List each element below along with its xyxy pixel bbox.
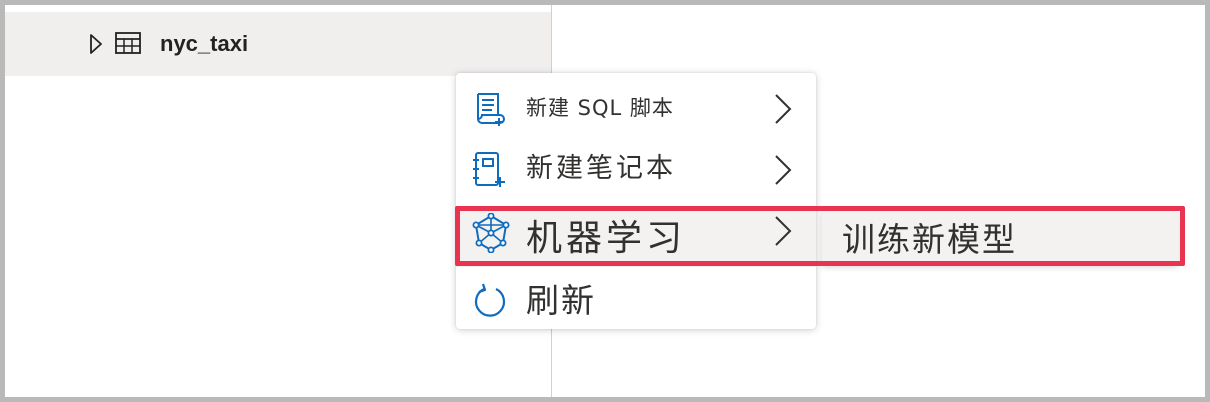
menu-item-new-notebook[interactable]: 新建笔记本 [456,141,816,199]
chevron-right-icon [775,94,792,124]
menu-item-label: 新建笔记本 [526,153,676,184]
menu-item-refresh[interactable]: 刷新 [456,271,816,329]
table-icon [115,32,141,54]
tree-item-label: nyc_taxi [160,31,249,56]
chevron-right-icon [775,155,792,185]
menu-item-new-sql-script[interactable]: 新建 SQL 脚本 [456,79,816,137]
context-menu: 新建 SQL 脚本 新建笔记本 机器学习 刷新 [456,73,816,329]
menu-item-label: 新建 SQL 脚本 [526,96,674,120]
chevron-right-outline-icon[interactable] [89,34,103,54]
notebook-icon [473,152,505,187]
highlight-box [455,206,1185,266]
menu-item-label: 刷新 [526,281,596,320]
sql-script-icon [477,93,505,126]
refresh-icon [474,283,506,317]
tree-item-nyc-taxi[interactable]: nyc_taxi [5,12,551,76]
